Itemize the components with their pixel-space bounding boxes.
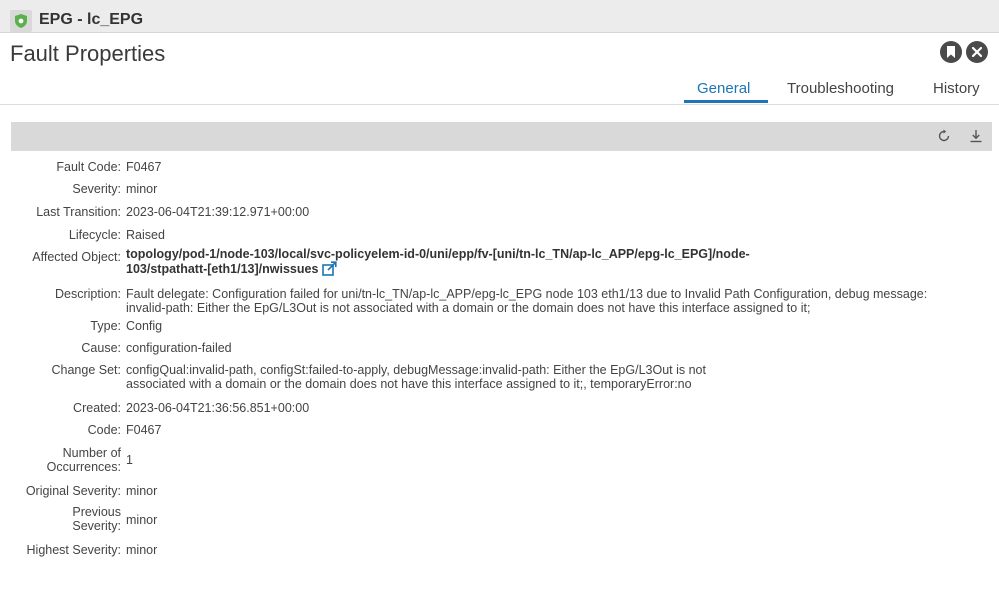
download-icon[interactable] [969, 129, 983, 143]
breadcrumb[interactable]: EPG - lc_EPG [39, 11, 143, 29]
tab-bar: General Troubleshooting History [0, 78, 999, 104]
prop-value: minor [126, 513, 158, 527]
prop-value-line1: configQual:invalid-path, configSt:failed… [126, 363, 706, 377]
affected-object-link-line2[interactable]: 103/stpathatt-[eth1/13]/nwissues [126, 262, 318, 276]
prop-label: Affected Object: [32, 250, 121, 264]
prop-label: Description: [55, 287, 121, 301]
prop-label: Created: [73, 401, 121, 415]
close-icon [972, 47, 982, 57]
prop-label: Cause: [81, 341, 121, 355]
prop-label: Change Set: [51, 363, 122, 377]
prop-label: Lifecycle: [68, 228, 121, 242]
prop-label: Last Transition: [36, 205, 121, 219]
prop-label-line1: Number of [62, 446, 121, 460]
prop-value: F0467 [126, 160, 162, 174]
close-button[interactable] [966, 41, 988, 63]
prop-label-line2: Occurrences: [46, 460, 121, 474]
prop-value: minor [126, 543, 158, 557]
prop-value: Config [126, 319, 163, 333]
tab-troubleshooting[interactable]: Troubleshooting [787, 80, 894, 104]
prop-value: configuration-failed [126, 341, 232, 355]
prop-value-line2: invalid-path: Either the EpG/L3Out is no… [126, 301, 811, 315]
prop-label: Highest Severity: [26, 543, 121, 557]
bookmark-button[interactable] [940, 41, 962, 63]
refresh-icon[interactable] [937, 129, 951, 143]
active-tab-indicator [684, 100, 768, 103]
epg-badge [10, 10, 32, 32]
prop-value: Raised [126, 228, 165, 242]
prop-value-line2: associated with a domain or the domain d… [126, 377, 692, 391]
prop-value: 2023-06-04T21:39:12.971+00:00 [126, 205, 310, 219]
prop-value: 2023-06-04T21:36:56.851+00:00 [126, 401, 310, 415]
affected-object-line2-wrap: 103/stpathatt-[eth1/13]/nwissues [126, 261, 338, 276]
prop-label: Type: [90, 319, 121, 333]
affected-object-link-line1[interactable]: topology/pod-1/node-103/local/svc-policy… [126, 247, 750, 261]
breadcrumb-bar: EPG - lc_EPG [0, 0, 999, 33]
prop-value-line1: Fault delegate: Configuration failed for… [126, 287, 928, 301]
prop-label-line1: Previous [72, 505, 121, 519]
prop-value: 1 [126, 453, 133, 467]
prop-value: F0467 [126, 423, 162, 437]
prop-value: minor [126, 182, 158, 196]
prop-value: minor [126, 484, 158, 498]
tab-history[interactable]: History [933, 80, 980, 104]
prop-label: Fault Code: [56, 160, 121, 174]
external-link-icon[interactable] [322, 261, 338, 276]
page-title: Fault Properties [10, 41, 166, 66]
toolbar [11, 122, 992, 151]
bookmark-icon [947, 46, 955, 58]
divider [0, 104, 999, 105]
shield-icon [15, 14, 27, 28]
prop-label-line2: Severity: [72, 519, 121, 533]
prop-label: Original Severity: [25, 484, 121, 498]
prop-label: Severity: [72, 182, 121, 196]
prop-label: Code: [87, 423, 121, 437]
